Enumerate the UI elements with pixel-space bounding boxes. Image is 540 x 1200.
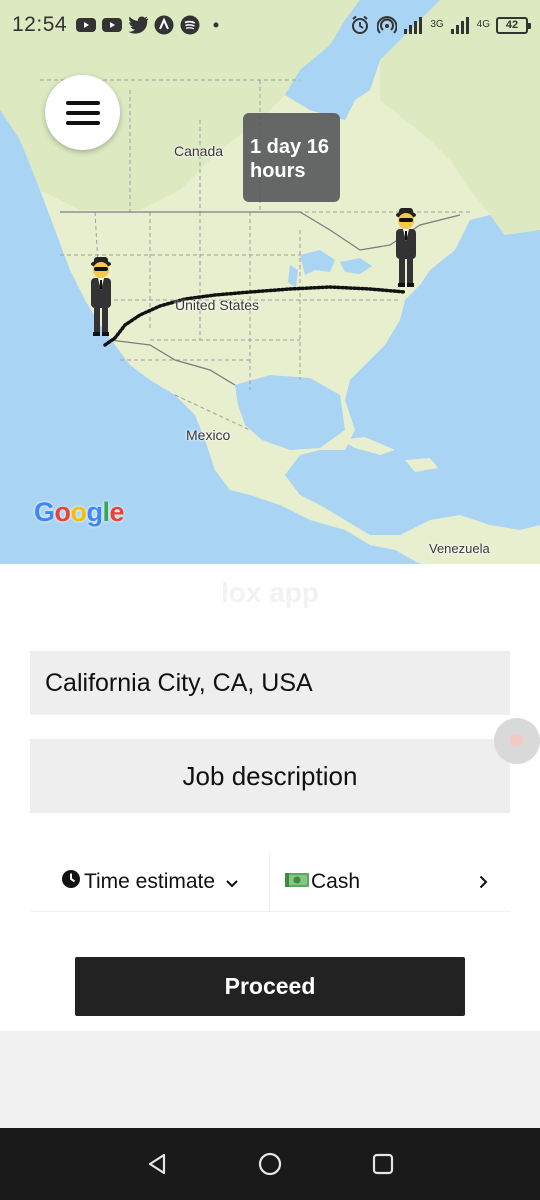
spotify-icon	[179, 15, 200, 36]
map-label-mexico: Mexico	[186, 427, 231, 443]
app-header: lox app	[0, 564, 540, 622]
back-button[interactable]	[137, 1144, 177, 1184]
app-title: lox app	[220, 577, 319, 608]
job-description-label: Job description	[182, 760, 358, 791]
job-description-field[interactable]: Job description	[30, 739, 510, 813]
back-icon	[148, 1153, 165, 1175]
map-label-venezuela: Venezuela	[429, 541, 490, 556]
chevron-down-icon	[226, 870, 238, 894]
network-type-label: 3G	[430, 19, 444, 30]
app-a-icon	[153, 15, 174, 36]
map-view[interactable]: 12:54 3G 4G 42 1 day 16 hours Canada Uni…	[0, 0, 540, 564]
status-bar: 12:54 3G 4G 42	[0, 0, 540, 50]
map-label-canada: Canada	[174, 143, 224, 159]
hamburger-icon	[65, 98, 100, 128]
alarm-icon	[349, 15, 370, 36]
home-icon	[258, 1152, 282, 1176]
twitter-icon	[127, 15, 148, 36]
status-time: 12:54	[12, 13, 68, 36]
battery-icon: 42	[496, 16, 531, 34]
options-row: Time estimate Cash	[30, 852, 510, 912]
payment-method-selector[interactable]: Cash	[270, 852, 510, 911]
time-estimate-dropdown[interactable]: Time estimate	[30, 852, 270, 911]
recents-button[interactable]	[363, 1144, 403, 1184]
floating-handle[interactable]	[494, 718, 540, 764]
youtube-icon	[75, 15, 96, 36]
map-label-united-states: United States	[175, 297, 260, 313]
cash-icon	[285, 870, 309, 894]
home-button[interactable]	[250, 1144, 290, 1184]
origin-person-marker[interactable]	[84, 254, 118, 343]
clock-icon	[61, 869, 81, 895]
eta-label: 1 day 16 hours	[243, 113, 340, 202]
time-estimate-label: Time estimate	[83, 869, 216, 893]
recents-icon	[373, 1153, 394, 1175]
signal-icon	[450, 15, 471, 36]
proceed-button[interactable]: Proceed	[75, 957, 465, 1016]
signal-icon	[403, 15, 424, 36]
dot-icon	[205, 15, 226, 36]
chevron-right-icon	[479, 869, 488, 895]
navigation-bar	[0, 1128, 540, 1200]
payment-label: Cash	[311, 869, 361, 893]
location-input[interactable]	[30, 651, 510, 715]
youtube-icon	[101, 15, 122, 36]
menu-button[interactable]	[45, 75, 120, 150]
request-form: Job description Time estimate Cash Proce…	[0, 622, 540, 1031]
destination-person-marker[interactable]	[389, 205, 423, 294]
google-logo: Google	[34, 497, 125, 527]
network-type-label: 4G	[476, 19, 490, 30]
hotspot-icon	[376, 15, 397, 36]
